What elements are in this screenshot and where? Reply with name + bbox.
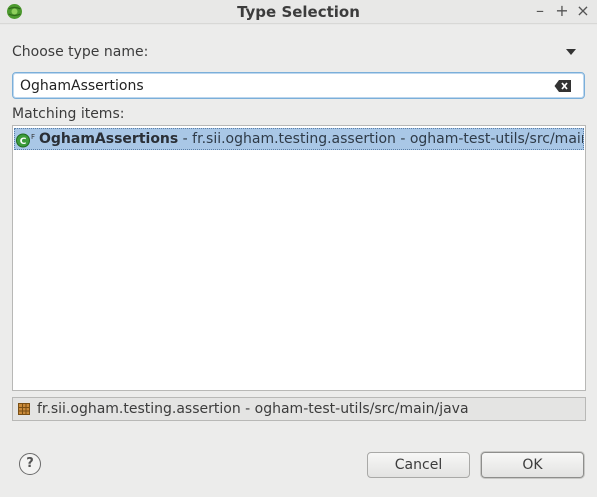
title-bar: Type Selection – + ×	[0, 0, 597, 24]
close-button[interactable]: ×	[574, 1, 592, 20]
svg-text:C: C	[20, 137, 27, 147]
choose-type-label: Choose type name:	[12, 44, 149, 60]
svg-text:F: F	[31, 133, 35, 141]
window-title: Type Selection	[237, 3, 360, 21]
type-name-input[interactable]	[20, 77, 540, 95]
cancel-button[interactable]: Cancel	[367, 452, 470, 478]
help-button[interactable]: ?	[19, 453, 41, 475]
maximize-button[interactable]: +	[553, 1, 571, 20]
item-type-name: OghamAssertions	[39, 131, 179, 147]
matching-items-list[interactable]: C F OghamAssertions - fr.sii.ogham.testi…	[12, 125, 586, 391]
public-class-final-icon: C F	[16, 133, 35, 148]
view-menu-dropdown-icon[interactable]	[566, 49, 576, 55]
package-icon	[18, 403, 30, 415]
list-item[interactable]: C F OghamAssertions - fr.sii.ogham.testi…	[14, 128, 584, 150]
ok-button[interactable]: OK	[481, 452, 584, 478]
item-type-detail: - fr.sii.ogham.testing.assertion - ogham…	[178, 131, 584, 147]
matching-items-label: Matching items:	[12, 106, 125, 122]
clear-text-icon[interactable]	[554, 79, 572, 93]
package-path-text: fr.sii.ogham.testing.assertion - ogham-t…	[37, 401, 469, 417]
selected-package-status: fr.sii.ogham.testing.assertion - ogham-t…	[12, 397, 586, 421]
type-name-field[interactable]	[12, 72, 585, 99]
minimize-button[interactable]: –	[531, 1, 549, 20]
